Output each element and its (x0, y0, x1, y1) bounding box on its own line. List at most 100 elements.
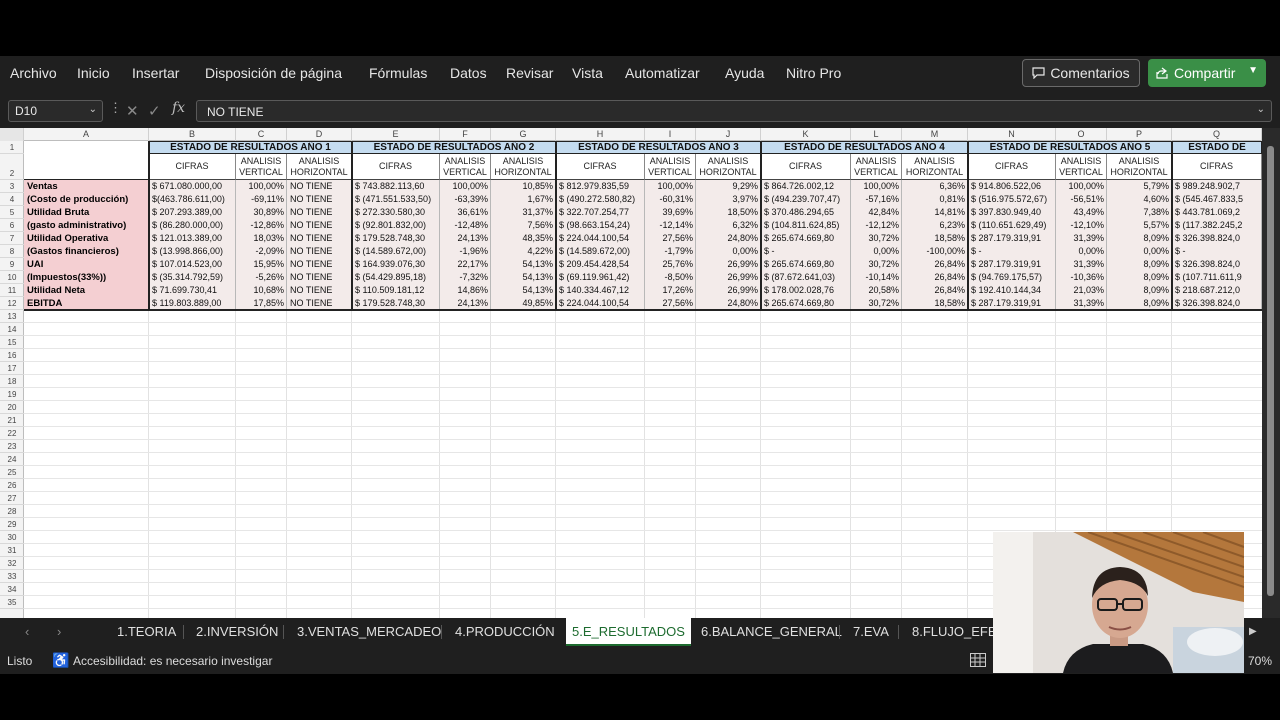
table-cell[interactable]: $ 179.528.748,30 (352, 232, 440, 245)
table-cell[interactable]: $ 107.014.523,00 (149, 258, 236, 271)
table-cell[interactable]: -2,09% (236, 245, 287, 258)
table-cell[interactable]: -100,00% (902, 245, 968, 258)
row-label[interactable]: Ventas (24, 180, 149, 193)
menu-ayuda[interactable]: Ayuda (725, 65, 764, 81)
table-cell[interactable]: $ 864.726.002,12 (761, 180, 851, 193)
menu-vista[interactable]: Vista (572, 65, 603, 81)
row-header-5[interactable]: 5 (0, 206, 24, 219)
table-cell[interactable]: $ (92.801.832,00) (352, 219, 440, 232)
table-cell[interactable]: -69,11% (236, 193, 287, 206)
table-cell[interactable]: 5,57% (1107, 219, 1172, 232)
row-header-14[interactable]: 14 (0, 323, 24, 336)
table-cell[interactable]: 100,00% (645, 180, 696, 193)
table-cell[interactable]: $ - (761, 245, 851, 258)
row-label[interactable]: Utilidad Bruta (24, 206, 149, 219)
table-cell[interactable]: 26,84% (902, 271, 968, 284)
table-cell[interactable]: $ (107.711.611,9 (1172, 271, 1262, 284)
table-cell[interactable]: 26,84% (902, 258, 968, 271)
row-header-23[interactable]: 23 (0, 440, 24, 453)
table-cell[interactable]: $ 71.699.730,41 (149, 284, 236, 297)
table-cell[interactable]: $ 224.044.100,54 (556, 232, 645, 245)
table-cell[interactable]: -5,26% (236, 271, 287, 284)
row-header-20[interactable]: 20 (0, 401, 24, 414)
row-header-2[interactable]: 2 (0, 154, 24, 180)
table-cell[interactable]: -12,14% (645, 219, 696, 232)
table-cell[interactable]: 26,99% (696, 284, 761, 297)
table-cell[interactable]: $ (35.314.792,59) (149, 271, 236, 284)
row-header-17[interactable]: 17 (0, 362, 24, 375)
table-cell[interactable]: -12,10% (1056, 219, 1107, 232)
accessibility-icon[interactable]: ♿ (52, 652, 69, 669)
table-cell[interactable]: 8,09% (1107, 284, 1172, 297)
table-cell[interactable]: $ 192.410.144,34 (968, 284, 1056, 297)
table-cell[interactable]: 14,86% (440, 284, 491, 297)
accessibility-status[interactable]: Accesibilidad: es necesario investigar (73, 654, 272, 668)
tab-balance-general[interactable]: 6.BALANCE_GENERAL (701, 618, 842, 646)
table-cell[interactable]: $ 207.293.389,00 (149, 206, 236, 219)
row-header-26[interactable]: 26 (0, 479, 24, 492)
table-cell[interactable]: $ (14.589.672,00) (556, 245, 645, 258)
table-cell[interactable]: $ 209.454.428,54 (556, 258, 645, 271)
table-cell[interactable]: $ (86.280.000,00) (149, 219, 236, 232)
share-button[interactable]: Compartir ▼ (1148, 59, 1266, 87)
row-header-18[interactable]: 18 (0, 375, 24, 388)
column-header-k[interactable]: K (761, 128, 851, 141)
table-cell[interactable]: $ 121.013.389,00 (149, 232, 236, 245)
table-cell[interactable]: 24,80% (696, 232, 761, 245)
table-cell[interactable]: 30,72% (851, 258, 902, 271)
table-cell[interactable]: 4,60% (1107, 193, 1172, 206)
table-cell[interactable]: $ 164.939.076,30 (352, 258, 440, 271)
table-cell[interactable]: $ (110.651.629,49) (968, 219, 1056, 232)
table-cell[interactable]: $ (98.663.154,24) (556, 219, 645, 232)
more-options-icon[interactable]: ⋮ (109, 100, 122, 116)
table-cell[interactable]: 54,13% (491, 284, 556, 297)
table-cell[interactable]: -56,51% (1056, 193, 1107, 206)
table-cell[interactable]: $ 397.830.949,40 (968, 206, 1056, 219)
table-cell[interactable]: 4,22% (491, 245, 556, 258)
column-header-o[interactable]: O (1056, 128, 1107, 141)
row-header-6[interactable]: 6 (0, 219, 24, 232)
table-cell[interactable]: $ (87.672.641,03) (761, 271, 851, 284)
table-cell[interactable]: 7,56% (491, 219, 556, 232)
column-header-e[interactable]: E (352, 128, 440, 141)
tab-eva[interactable]: 7.EVA (853, 618, 889, 646)
select-all-corner[interactable] (0, 128, 24, 141)
table-cell[interactable]: 54,13% (491, 271, 556, 284)
table-cell[interactable]: $ 140.334.467,12 (556, 284, 645, 297)
table-cell[interactable]: NO TIENE (287, 193, 352, 206)
row-header-16[interactable]: 16 (0, 349, 24, 362)
table-cell[interactable]: 43,49% (1056, 206, 1107, 219)
column-header-a[interactable]: A (24, 128, 149, 141)
table-cell[interactable]: -8,50% (645, 271, 696, 284)
zoom-level[interactable]: 70% (1248, 654, 1272, 668)
table-cell[interactable]: $ 178.002.028,76 (761, 284, 851, 297)
table-cell[interactable]: $ 287.179.319,91 (968, 258, 1056, 271)
table-cell[interactable]: $ 326.398.824,0 (1172, 258, 1262, 271)
column-header-n[interactable]: N (968, 128, 1056, 141)
vertical-scrollbar[interactable] (1262, 128, 1280, 618)
prev-sheet-icon[interactable]: ‹ (25, 618, 29, 646)
table-cell[interactable]: 36,61% (440, 206, 491, 219)
normal-view-icon[interactable] (970, 653, 986, 667)
row-header-28[interactable]: 28 (0, 505, 24, 518)
column-header-m[interactable]: M (902, 128, 968, 141)
table-cell[interactable]: $(463.786.611,00) (149, 193, 236, 206)
table-cell[interactable]: 22,17% (440, 258, 491, 271)
table-cell[interactable]: NO TIENE (287, 180, 352, 193)
tab-ventas-mercadeo[interactable]: 3.VENTAS_MERCADEO (297, 618, 441, 646)
table-cell[interactable]: $ 370.486.294,65 (761, 206, 851, 219)
table-cell[interactable]: -63,39% (440, 193, 491, 206)
table-cell[interactable]: -1,79% (645, 245, 696, 258)
table-cell[interactable]: 18,58% (902, 232, 968, 245)
row-header-19[interactable]: 19 (0, 388, 24, 401)
row-header-9[interactable]: 9 (0, 258, 24, 271)
row-header-4[interactable]: 4 (0, 193, 24, 206)
table-cell[interactable]: 0,00% (851, 245, 902, 258)
menu-insertar[interactable]: Insertar (132, 65, 179, 81)
table-cell[interactable]: $ (14.589.672,00) (352, 245, 440, 258)
table-cell[interactable]: -1,96% (440, 245, 491, 258)
table-cell[interactable]: 31,37% (491, 206, 556, 219)
table-cell[interactable]: NO TIENE (287, 232, 352, 245)
table-cell[interactable]: 10,68% (236, 284, 287, 297)
table-cell[interactable]: $ (54.429.895,18) (352, 271, 440, 284)
